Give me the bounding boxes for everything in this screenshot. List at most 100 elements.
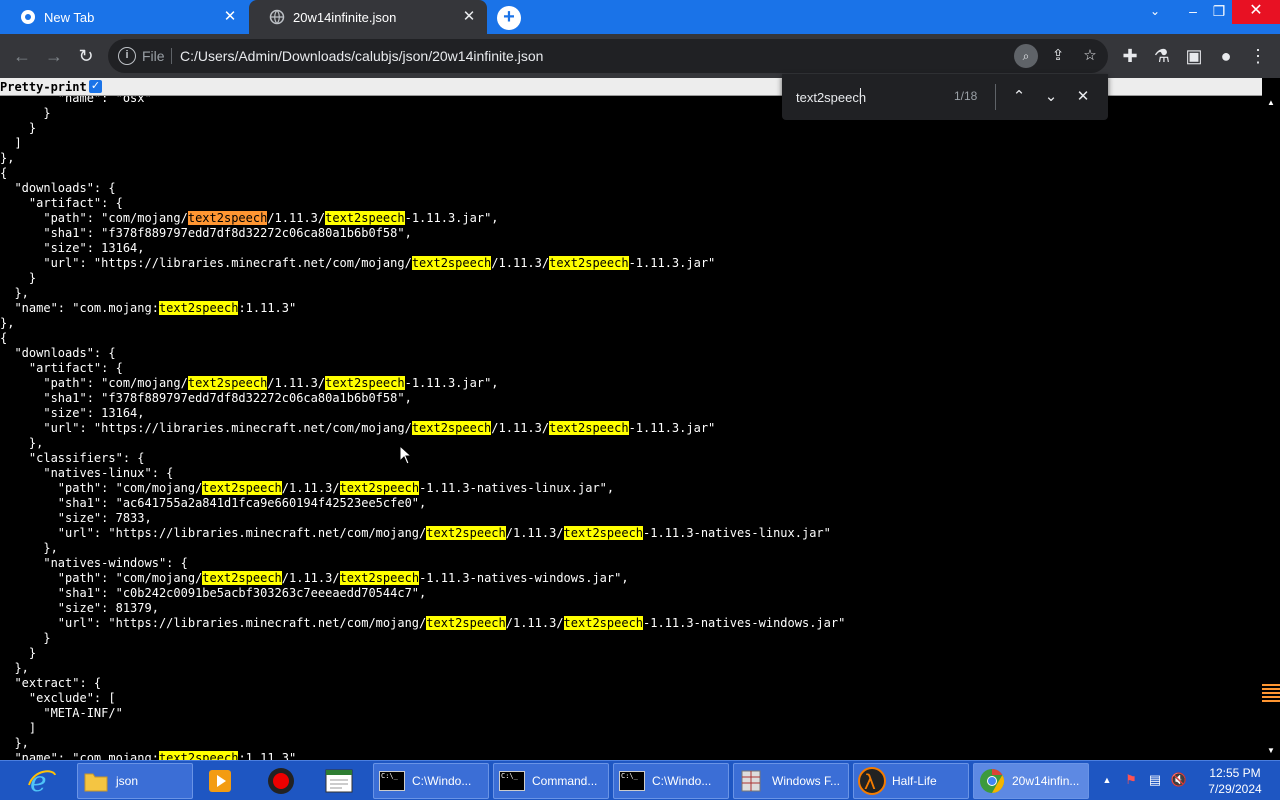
find-match-markers — [1262, 684, 1280, 704]
code-text: "size": 7833, — [0, 511, 152, 525]
code-text: /1.11.3/ — [505, 526, 564, 540]
system-clock[interactable]: 12:55 PM 7/29/2024 — [1200, 765, 1270, 797]
tab-new-tab[interactable]: New Tab ✕ — [0, 0, 248, 34]
code-text: -1.11.3-natives-windows.jar", — [419, 571, 629, 585]
cmd-icon: C:\_ — [499, 771, 525, 791]
code-text: } — [0, 646, 37, 660]
restore-icon[interactable]: ❐ — [1202, 0, 1236, 24]
find-match: text2speech — [563, 526, 644, 540]
taskbar-item-json[interactable]: json — [77, 763, 193, 799]
code-line: "url": "https://libraries.minecraft.net/… — [0, 421, 1262, 436]
find-previous-icon[interactable]: ⌃ — [1008, 86, 1030, 108]
find-next-icon[interactable]: ⌄ — [1040, 86, 1062, 108]
media-player-icon[interactable] — [206, 763, 234, 799]
find-match: text2speech — [339, 481, 420, 495]
tab-search-icon[interactable]: ⌄ — [1138, 0, 1172, 24]
code-text: }, — [0, 436, 44, 450]
find-match-count: 1/18 — [954, 89, 978, 103]
side-panel-icon[interactable]: ▣ — [1182, 44, 1206, 68]
code-text: :1.11.3" — [238, 301, 297, 315]
windows-taskbar: e json C:\_ C:\Windo... C:\_ Command... … — [0, 760, 1280, 800]
code-text: "natives-linux": { — [0, 466, 174, 480]
code-text: "url": "https://libraries.minecraft.net/… — [0, 616, 427, 630]
record-icon[interactable] — [266, 763, 296, 799]
json-viewer: "name": "osx" } } ]},{ "downloads": { "a… — [0, 78, 1280, 760]
scroll-up-icon[interactable]: ▲ — [1266, 98, 1276, 107]
divider — [171, 48, 172, 64]
code-line: "size": 7833, — [0, 511, 1262, 526]
code-text: "META-INF/" — [0, 706, 123, 720]
close-tab-icon[interactable]: ✕ — [461, 9, 477, 25]
taskbar-item-chrome[interactable]: 20w14infin... — [973, 763, 1089, 799]
info-icon[interactable]: i — [118, 47, 136, 65]
address-bar[interactable]: i File C:/Users/Admin/Downloads/calubjs/… — [108, 39, 1108, 73]
taskbar-item-half-life[interactable]: λ Half-Life — [853, 763, 969, 799]
network-icon[interactable]: ▤ — [1146, 771, 1164, 789]
text-caret — [860, 88, 861, 104]
code-line: "exclude": [ — [0, 691, 1262, 706]
half-life-icon: λ — [858, 767, 886, 795]
code-text: /1.11.3/ — [267, 376, 326, 390]
code-text: ] — [0, 721, 37, 735]
code-line: "size": 13164, — [0, 406, 1262, 421]
scroll-down-icon[interactable]: ▼ — [1266, 746, 1276, 755]
profile-avatar-icon[interactable]: ● — [1214, 44, 1238, 68]
notepad-icon[interactable] — [324, 763, 354, 799]
bookmark-star-icon[interactable]: ☆ — [1078, 44, 1102, 68]
code-line: "size": 13164, — [0, 241, 1262, 256]
action-center-flag-icon[interactable]: ⚑ — [1122, 771, 1140, 789]
code-text: -1.11.3-natives-linux.jar", — [419, 481, 615, 495]
find-match: text2speech — [325, 376, 405, 390]
back-icon[interactable]: ← — [10, 44, 34, 68]
code-text: -1.11.3.jar" — [628, 421, 716, 435]
code-text: } — [0, 631, 51, 645]
code-text: "name": "com.mojang: — [0, 751, 159, 760]
globe-icon — [269, 9, 285, 25]
volume-muted-icon[interactable]: 🔇 — [1170, 771, 1188, 789]
find-close-icon[interactable]: ✕ — [1072, 86, 1094, 108]
code-line: }, — [0, 541, 1262, 556]
vertical-scrollbar[interactable]: ▲ ▼ — [1262, 96, 1280, 760]
browser-toolbar: ← → ↻ i File C:/Users/Admin/Downloads/ca… — [0, 34, 1280, 78]
menu-kebab-icon[interactable]: ⋮ — [1246, 44, 1270, 68]
find-in-page-icon[interactable]: ⌕ — [1014, 44, 1038, 68]
code-line: "downloads": { — [0, 346, 1262, 361]
internet-explorer-icon[interactable]: e — [26, 763, 58, 799]
code-line: "path": "com/mojang/text2speech/1.11.3/t… — [0, 376, 1262, 391]
code-line: "artifact": { — [0, 361, 1262, 376]
reload-icon[interactable]: ↻ — [74, 44, 98, 68]
find-input[interactable] — [796, 88, 946, 106]
window-close-icon[interactable]: ✕ — [1232, 0, 1280, 24]
code-line: "path": "com/mojang/text2speech/1.11.3/t… — [0, 211, 1262, 226]
code-line: { — [0, 166, 1262, 181]
find-match: text2speech — [339, 571, 420, 585]
pretty-print-checkbox[interactable]: ✓ — [89, 80, 102, 93]
taskbar-item-command-prompt[interactable]: C:\_ Command... — [493, 763, 609, 799]
forward-icon[interactable]: → — [42, 44, 66, 68]
tab-20w14infinite-json[interactable]: 20w14infinite.json ✕ — [249, 0, 487, 34]
code-text: "path": "com/mojang/ — [0, 481, 203, 495]
code-text: }, — [0, 541, 58, 555]
code-text: "size": 13164, — [0, 241, 145, 255]
taskbar-item-cmd-2[interactable]: C:\_ C:\Windo... — [613, 763, 729, 799]
close-tab-icon[interactable]: ✕ — [222, 9, 238, 25]
code-line: "META-INF/" — [0, 706, 1262, 721]
find-match: text2speech — [563, 616, 644, 630]
taskbar-item-windows-firewall[interactable]: Windows F... — [733, 763, 849, 799]
code-line: "sha1": "f378f889797edd7df8d32272c06ca80… — [0, 226, 1262, 241]
code-line: "url": "https://libraries.minecraft.net/… — [0, 616, 1262, 631]
code-text: "downloads": { — [0, 346, 116, 360]
code-text: "path": "com/mojang/ — [0, 571, 203, 585]
share-icon[interactable]: ⇪ — [1046, 44, 1070, 68]
code-line: { — [0, 331, 1262, 346]
extensions-icon[interactable]: ✚ — [1118, 44, 1142, 68]
taskbar-item-cmd-1[interactable]: C:\_ C:\Windo... — [373, 763, 489, 799]
tray-expand-icon[interactable]: ▲ — [1098, 771, 1116, 789]
labs-flask-icon[interactable]: ⚗ — [1150, 44, 1174, 68]
svg-text:λ: λ — [864, 770, 876, 794]
scheme-label: File — [142, 48, 165, 64]
code-line: "name": "com.mojang:text2speech:1.11.3" — [0, 751, 1262, 760]
taskbar-item-label: Half-Life — [892, 774, 937, 788]
new-tab-button[interactable]: + — [497, 6, 521, 30]
url-text[interactable]: C:/Users/Admin/Downloads/calubjs/json/20… — [180, 48, 543, 64]
